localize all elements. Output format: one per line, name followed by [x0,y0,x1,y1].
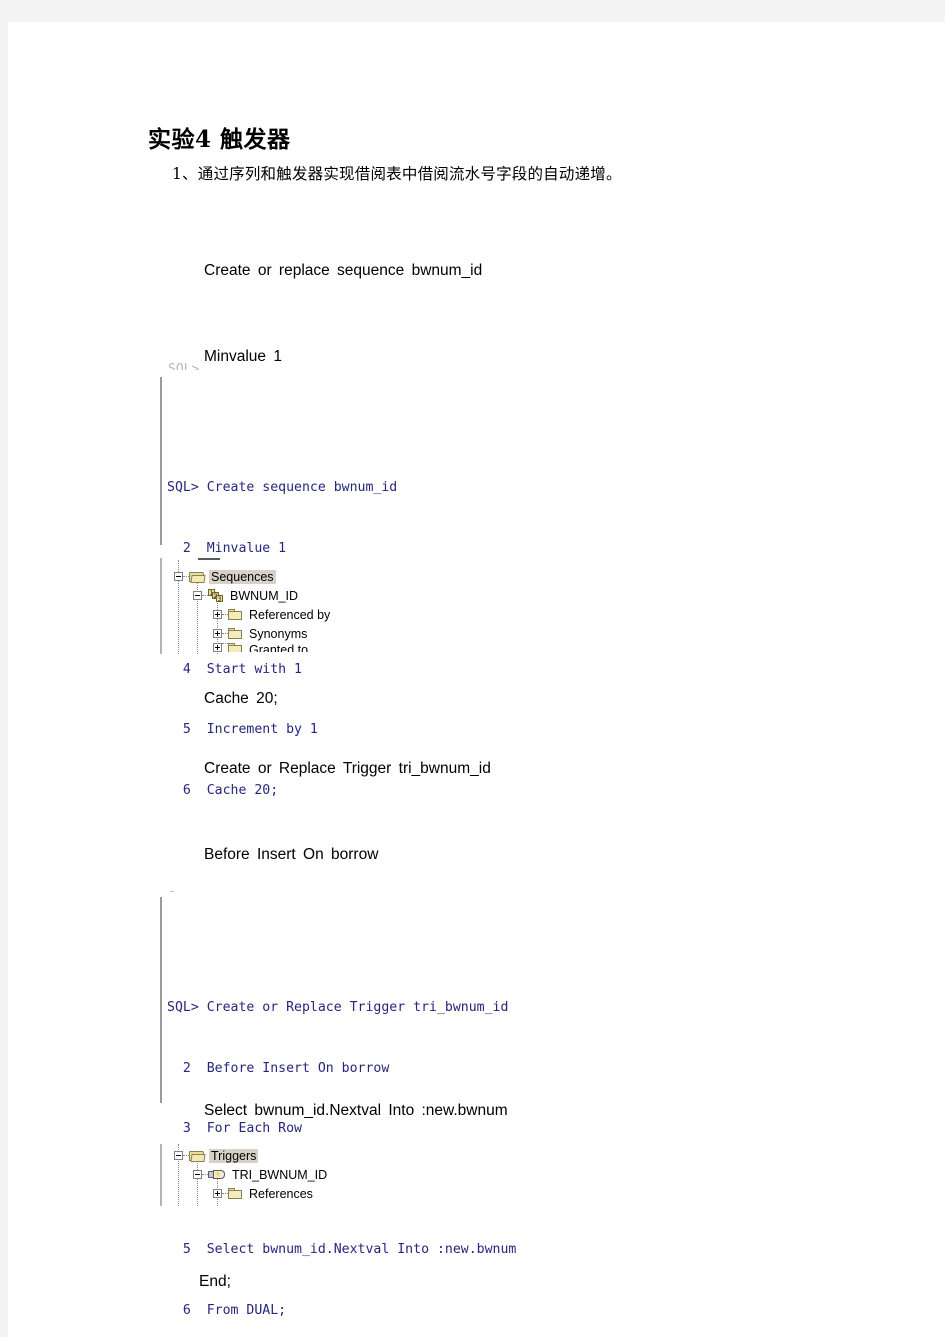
terminal-line: 5 Select bwnum_id.Nextval Into :new.bwnu… [167,1242,517,1258]
collapse-toggle-icon[interactable] [193,591,202,600]
folder-closed-icon [228,627,243,640]
sequence-icon: 123 [208,589,224,603]
tree-node-triggers[interactable]: Triggers [160,1146,450,1165]
expand-toggle-icon[interactable] [213,1189,222,1198]
collapse-toggle-icon[interactable] [174,572,183,581]
page-title: 实验4 触发器 [148,126,291,153]
document-page: 实验4 触发器 1、通过序列和触发器实现借阅表中借阅流水号字段的自动递增。 Cr… [8,22,945,1337]
expand-toggle-icon[interactable] [213,610,222,619]
terminal-ghost-line: - [168,885,188,892]
sequence-terminal-capture: SQL> Create sequence bwnum_id 2 Minvalue… [160,377,490,919]
folder-closed-icon [228,608,243,621]
tree-node-tri-bwnum-id[interactable]: TRI_BWNUM_ID [160,1165,450,1184]
tree-node-label: Triggers [209,1148,259,1163]
tree-node-label: Referenced by [249,607,331,622]
tree-node-granted-to[interactable]: Granted to [160,643,450,652]
trigger-terminal-capture: SQL> Create or Replace Trigger tri_bwnum… [160,897,560,1318]
terminal-line: SQL> Create or Replace Trigger tri_bwnum… [167,1000,509,1016]
triggers-tree-view[interactable]: Triggers TRI_BWNUM_ID References [160,1144,450,1206]
code-line: Create or replace sequence bwnum_id [204,262,483,279]
tree-node-label: BWNUM_ID [230,588,299,603]
terminal-left-border [160,377,162,545]
terminal-line: 4 Start with 1 [167,661,302,677]
terminal-left-border [160,897,162,1103]
terminal-line: 6 From DUAL; [167,1303,287,1319]
folder-closed-icon [228,643,243,652]
code-line: Create or Replace Trigger tri_bwnum_id [204,760,491,777]
tree-node-label: References [249,1186,313,1201]
tree-node-label: TRI_BWNUM_ID [232,1167,328,1182]
terminal-line: SQL> Create sequence bwnum_id [167,480,398,496]
trigger-icon [208,1169,226,1181]
tree-node-label: Synonyms [249,626,308,641]
collapse-toggle-icon[interactable] [193,1170,202,1179]
tree-node-label: Sequences [209,569,276,584]
terminal-line: 2 Minvalue 1 [167,540,287,556]
terminal-line: 2 Before Insert On borrow [167,1060,390,1076]
screenshot-viewport: 实验4 触发器 1、通过序列和触发器实现借阅表中借阅流水号字段的自动递增。 Cr… [0,0,945,1337]
tree-node-references[interactable]: References [160,1184,450,1203]
expand-toggle-icon[interactable] [213,643,222,652]
tree-node-sequences[interactable]: Sequences [160,567,450,586]
code-line: Before Insert On borrow [204,845,379,863]
folder-open-icon [189,1150,206,1162]
folder-closed-icon [228,1187,243,1200]
expand-toggle-icon[interactable] [213,629,222,638]
tree-node-synonyms[interactable]: Synonyms [160,624,450,643]
list-item-1: 1、通过序列和触发器实现借阅表中借阅流水号字段的自动递增。 [172,165,622,183]
collapse-toggle-icon[interactable] [174,1151,183,1160]
terminal-line: 3 For Each Row [167,1121,302,1137]
sequences-tree-view[interactable]: Sequences 123 BWNUM_ID [160,558,450,654]
code-line: Minvalue 1 [204,347,282,365]
tree-top-divider [198,558,220,560]
terminal-ghost-line: SQL> [168,363,214,370]
tree-node-bwnum-id[interactable]: 123 BWNUM_ID [160,586,450,605]
tree-node-label: Granted to [249,643,309,652]
tree-node-referenced-by[interactable]: Referenced by [160,605,450,624]
folder-open-icon [189,571,206,583]
